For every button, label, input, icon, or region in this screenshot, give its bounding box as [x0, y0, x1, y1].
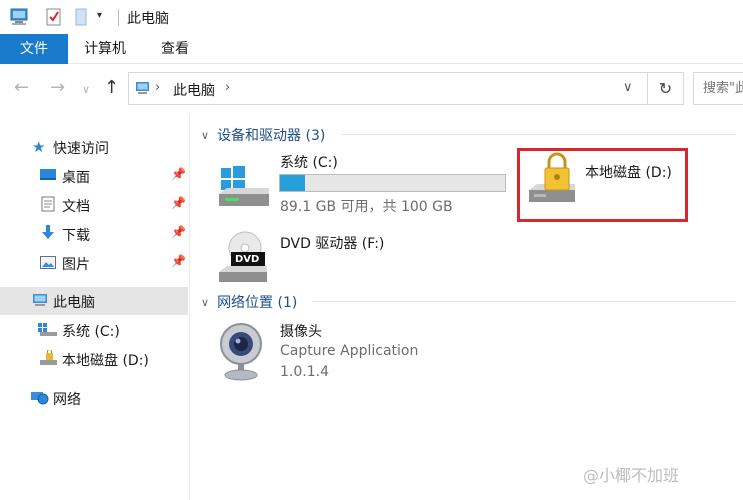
recent-locations-chevron-icon[interactable]: ∨ [82, 80, 90, 100]
drive-usage-text: 89.1 GB 可用，共 100 GB [280, 199, 453, 215]
network-location-subtitle: Capture Application [280, 343, 419, 359]
sidebar-item-label: 快速访问 [53, 141, 109, 157]
computer-icon [32, 293, 49, 312]
search-input[interactable]: 搜索"此 [693, 72, 743, 105]
path-chevron-icon[interactable]: › [225, 80, 230, 95]
up-arrow-icon[interactable]: ↑ [104, 78, 119, 98]
pin-icon[interactable]: 📌 [171, 196, 186, 210]
tab-computer[interactable]: 计算机 [72, 34, 138, 64]
sidebar-item-label: 系统 (C:) [62, 324, 120, 340]
webcam-icon [217, 320, 265, 386]
sidebar-item-label: 下载 [62, 228, 90, 244]
sidebar-item-label: 文档 [62, 199, 90, 215]
drive-name: 系统 (C:) [280, 155, 338, 171]
locked-drive-icon [38, 349, 58, 370]
sidebar-item-label: 桌面 [62, 170, 90, 186]
title-bar: ▾ 此电脑 [0, 0, 743, 34]
drive-tile-c[interactable]: 系统 (C:) 89.1 GB 可用，共 100 GB [191, 150, 511, 218]
customize-toolbar-chevron-icon[interactable]: ▾ [97, 10, 102, 21]
refresh-icon: ↻ [658, 79, 673, 98]
desktop-icon [40, 168, 56, 186]
drive-usage-bar [279, 174, 506, 192]
dvd-drive-tile[interactable]: DVD DVD 驱动器 (F:) [191, 224, 511, 282]
network-location-version: 1.0.1.4 [280, 364, 329, 380]
watermark: @小椰不加班 [583, 466, 680, 485]
windows-drive-icon [38, 323, 58, 341]
drive-name: DVD 驱动器 (F:) [280, 236, 385, 252]
chevron-down-icon: ∨ [201, 129, 210, 142]
tab-file[interactable]: 文件 [0, 34, 68, 64]
pin-icon[interactable]: 📌 [171, 225, 186, 239]
window-title: 此电脑 [127, 11, 169, 27]
picture-icon [40, 256, 56, 273]
sidebar-item-downloads[interactable]: 下载 📌 [0, 220, 188, 248]
address-path: 此电脑 [173, 83, 215, 99]
group-header-network[interactable]: ∨ 网络位置 (1) [201, 292, 297, 312]
computer-icon [135, 81, 151, 100]
windows-drive-icon [217, 164, 271, 212]
sidebar-item-network[interactable]: 网络 [0, 384, 188, 412]
address-chevron-icon[interactable]: › [155, 80, 160, 95]
properties-icon[interactable] [46, 8, 62, 30]
content-area: ∨ 设备和驱动器 (3) 系统 (C:) 89.1 GB 可用，共 100 GB [191, 114, 743, 500]
tab-view[interactable]: 查看 [150, 34, 200, 64]
ribbon-tabs: 文件 计算机 查看 [0, 34, 743, 64]
sidebar-item-desktop[interactable]: 桌面 📌 [0, 162, 188, 190]
download-icon [41, 225, 55, 245]
pin-icon[interactable]: 📌 [171, 167, 186, 181]
network-location-name: 摄像头 [280, 324, 322, 340]
address-bar[interactable]: › 此电脑 › ∨ [128, 72, 648, 105]
sidebar-item-label: 此电脑 [53, 295, 95, 311]
group-header-devices[interactable]: ∨ 设备和驱动器 (3) [201, 125, 325, 145]
title-separator [118, 9, 119, 26]
group-title: 设备和驱动器 (3) [217, 128, 326, 144]
sidebar-item-label: 网络 [53, 392, 81, 408]
sidebar-item-documents[interactable]: 文档 📌 [0, 191, 188, 219]
drive-usage-fill [280, 175, 305, 191]
network-icon [31, 390, 49, 409]
sidebar-item-this-pc[interactable]: 此电脑 [0, 287, 188, 315]
refresh-button[interactable]: ↻ [648, 72, 684, 105]
sidebar-item-pictures[interactable]: 图片 📌 [0, 249, 188, 277]
network-location-tile-camera[interactable]: 摄像头 Capture Application 1.0.1.4 [191, 318, 511, 382]
document-icon [41, 196, 55, 216]
sidebar-item-quick-access[interactable]: ★ 快速访问 [0, 133, 188, 161]
group-title: 网络位置 (1) [217, 295, 298, 311]
navigation-bar: ← → ∨ ↑ › 此电脑 › ∨ ↻ 搜索"此 [0, 64, 743, 114]
computer-icon[interactable] [10, 8, 30, 30]
sidebar-item-drive-c[interactable]: 系统 (C:) [0, 316, 188, 344]
chevron-down-icon: ∨ [201, 296, 210, 309]
back-arrow-icon[interactable]: ← [14, 78, 29, 98]
dvd-badge: DVD [235, 254, 260, 265]
navigation-pane: ★ 快速访问 桌面 📌 文档 📌 下载 📌 图片 📌 此电脑 系统 (C:) 本… [0, 114, 190, 500]
new-folder-icon[interactable] [74, 8, 88, 30]
group-divider [313, 301, 736, 302]
highlight-box [517, 148, 688, 222]
address-dropdown-icon[interactable]: ∨ [623, 80, 633, 95]
sidebar-item-label: 图片 [62, 257, 90, 273]
pin-icon[interactable]: 📌 [171, 254, 186, 268]
group-divider [341, 134, 736, 135]
forward-arrow-icon[interactable]: → [50, 78, 65, 98]
sidebar-item-drive-d[interactable]: 本地磁盘 (D:) [0, 345, 188, 373]
sidebar-item-label: 本地磁盘 (D:) [62, 353, 149, 369]
star-icon: ★ [32, 138, 46, 156]
